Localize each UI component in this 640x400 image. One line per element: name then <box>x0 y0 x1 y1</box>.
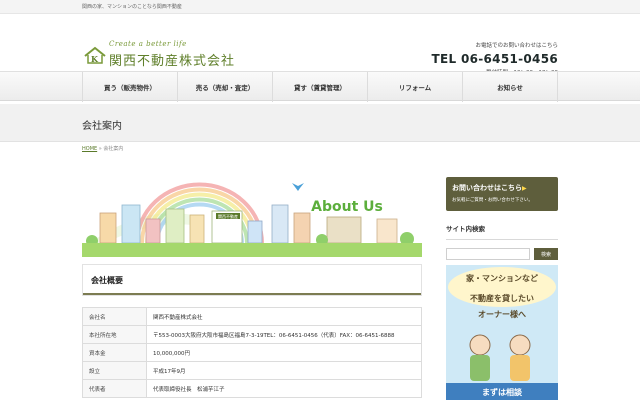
nav-item-news[interactable]: お知らせ <box>462 72 558 102</box>
cta-arrow-icon: ▶ <box>522 185 527 192</box>
house-logo-icon: K <box>84 46 106 64</box>
table-row: 代表者 代表取締役社長 松浦芋江子 <box>82 379 422 398</box>
logo-tagline: Create a better life <box>109 40 187 48</box>
table-label: 設立 <box>82 361 147 380</box>
table-row: 設立 平成17年9月 <box>82 361 422 380</box>
table-value: 〒553-0003大阪府大阪市福島区福島7-3-19TEL：06-6451-04… <box>146 325 422 344</box>
hero-sign-text: 関西不動産 <box>218 213 238 219</box>
banner-line-2: 不動産を貸したい <box>470 293 534 303</box>
table-label: 会社名 <box>82 307 147 326</box>
logo-company-name: 関西不動産株式会社 <box>109 54 236 69</box>
sidebar: お問い合わせはこちら▶ お気軽にご質問・お問い合わせ下さい。 サイト内検索 検索 <box>446 177 558 260</box>
contact-cta-button[interactable]: お問い合わせはこちら▶ お気軽にご質問・お問い合わせ下さい。 <box>446 177 558 211</box>
contact-phone[interactable]: TEL 06-6451-0456 <box>432 52 558 66</box>
table-label: 資本金 <box>82 343 147 362</box>
table-value: 代表取締役社長 松浦芋江子 <box>146 379 422 398</box>
about-us-hero-image: 関西不動産 About Us <box>82 175 422 257</box>
banner-bottom-text: まずは相談 <box>482 387 523 397</box>
svg-text:K: K <box>91 54 99 64</box>
table-value: 平成17年9月 <box>146 361 422 380</box>
section-rule <box>83 293 421 295</box>
table-row: 資本金 10,000,000円 <box>82 343 422 362</box>
main-nav: 買う（販売物件） 売る（売却・査定） 貸す（賃貸管理） リフォーム お知らせ <box>0 71 640 102</box>
nav-item-rent[interactable]: 貸す（賃貸管理） <box>272 72 367 102</box>
breadcrumb-current: 会社案内 <box>103 146 124 152</box>
breadcrumb-home-link[interactable]: HOME <box>82 146 97 152</box>
table-row: 会社名 関西不動産株式会社 <box>82 307 422 326</box>
table-row: 本社所在地 〒553-0003大阪府大阪市福島区福島7-3-19TEL：06-6… <box>82 325 422 344</box>
header: K Create a better life 関西不動産株式会社 お電話でのお問… <box>0 14 640 76</box>
site-search-heading: サイト内検索 <box>446 223 558 240</box>
owner-rental-banner[interactable]: 家・マンションなど 不動産を貸したい オーナー様へ まずは相談 <box>446 265 558 400</box>
top-bar-text: 関西の家、マンションのことなら関西不動産 <box>82 4 182 10</box>
table-label: 本社所在地 <box>82 325 147 344</box>
company-overview-header: 会社概要 <box>82 264 422 296</box>
contact-note: お電話でのお問い合わせはこちら <box>475 43 558 49</box>
site-logo[interactable]: K Create a better life 関西不動産株式会社 <box>83 40 243 72</box>
table-label: 代表者 <box>82 379 147 398</box>
banner-line-1: 家・マンションなど <box>466 273 538 283</box>
search-input[interactable] <box>446 248 530 260</box>
banner-line-3: オーナー様へ <box>478 309 526 319</box>
table-value: 関西不動産株式会社 <box>146 307 422 326</box>
page-title-bar: 会社案内 <box>0 104 640 142</box>
table-value: 10,000,000円 <box>146 343 422 362</box>
nav-item-buy[interactable]: 買う（販売物件） <box>82 72 177 102</box>
search-button[interactable]: 検索 <box>534 248 558 260</box>
section-heading: 会社概要 <box>91 276 123 285</box>
nav-item-sell[interactable]: 売る（売却・査定） <box>177 72 272 102</box>
cta-subtext: お気軽にご質問・お問い合わせ下さい。 <box>452 198 533 203</box>
breadcrumb: HOME » 会社案内 <box>82 145 123 152</box>
page-title: 会社案内 <box>82 121 122 132</box>
site-search: 検索 <box>446 248 558 260</box>
hero-title: About Us <box>311 199 383 215</box>
top-bar: 関西の家、マンションのことなら関西不動産 <box>0 0 640 14</box>
cta-title: お問い合わせはこちら <box>452 184 522 192</box>
nav-item-reform[interactable]: リフォーム <box>367 72 462 102</box>
company-info-table: 会社名 関西不動産株式会社 本社所在地 〒553-0003大阪府大阪市福島区福島… <box>82 307 422 398</box>
